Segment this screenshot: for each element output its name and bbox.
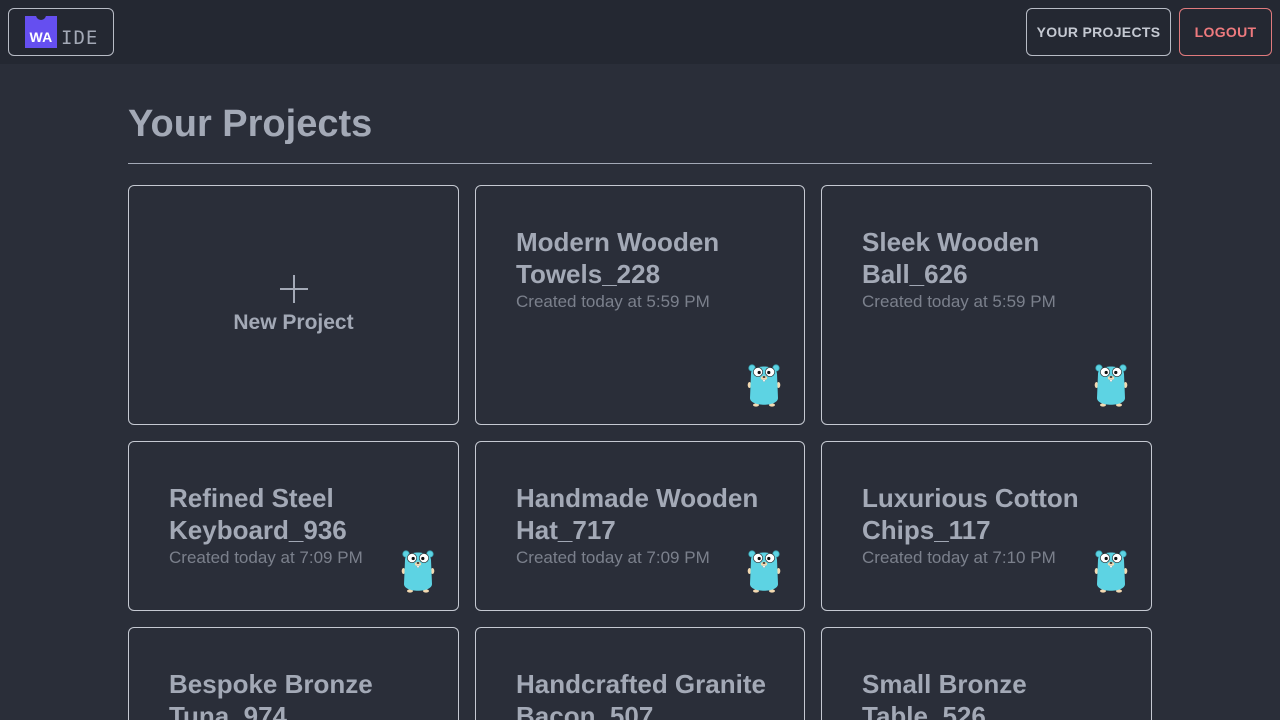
project-created-date: Created today at 5:59 PM (862, 292, 1056, 311)
new-project-label: New Project (233, 311, 354, 334)
title-divider (128, 163, 1152, 164)
project-created-date: Created today at 7:10 PM (862, 548, 1056, 567)
top-navbar: WA IDE YOUR PROJECTS LOGOUT (0, 0, 1280, 64)
project-name: Refined Steel Keyboard_936 (169, 483, 347, 545)
project-name: Bespoke Bronze Tuna_974 (169, 669, 373, 720)
project-card[interactable]: Bespoke Bronze Tuna_974 (128, 627, 459, 720)
project-card[interactable]: Handcrafted Granite Bacon_507 (475, 627, 805, 720)
logout-button[interactable]: LOGOUT (1179, 8, 1272, 56)
project-name: Sleek Wooden Ball_626 (862, 227, 1040, 289)
page-title: Your Projects (128, 103, 373, 145)
project-created-date: Created today at 7:09 PM (516, 548, 710, 567)
project-card[interactable]: Handmade Wooden Hat_717 Created today at… (475, 441, 805, 611)
project-name: Modern Wooden Towels_228 (516, 227, 720, 289)
project-card[interactable]: Modern Wooden Towels_228 Created today a… (475, 185, 805, 425)
gopher-icon (1094, 546, 1128, 594)
gopher-icon (747, 360, 781, 408)
plus-icon (279, 275, 308, 303)
gopher-icon (401, 546, 435, 594)
project-name: Handcrafted Granite Bacon_507 (516, 669, 766, 720)
gopher-icon (747, 546, 781, 594)
project-name: Handmade Wooden Hat_717 (516, 483, 759, 545)
project-card[interactable]: Small Bronze Table_526 (821, 627, 1152, 720)
project-card[interactable]: Luxurious Cotton Chips_117 Created today… (821, 441, 1152, 611)
project-card[interactable]: Refined Steel Keyboard_936 Created today… (128, 441, 459, 611)
new-project-card[interactable]: New Project (128, 185, 459, 425)
project-created-date: Created today at 7:09 PM (169, 548, 363, 567)
logo-text: IDE (61, 27, 99, 49)
project-name: Small Bronze Table_526 (862, 669, 1027, 720)
gopher-icon (1094, 360, 1128, 408)
project-created-date: Created today at 5:59 PM (516, 292, 710, 311)
project-name: Luxurious Cotton Chips_117 (862, 483, 1079, 545)
your-projects-button[interactable]: YOUR PROJECTS (1026, 8, 1171, 56)
home-logo-link[interactable]: WA IDE (8, 8, 114, 56)
project-card[interactable]: Sleek Wooden Ball_626 Created today at 5… (821, 185, 1152, 425)
webassembly-logo-icon: WA (25, 15, 57, 48)
logo-mark-text: WA (29, 29, 53, 45)
